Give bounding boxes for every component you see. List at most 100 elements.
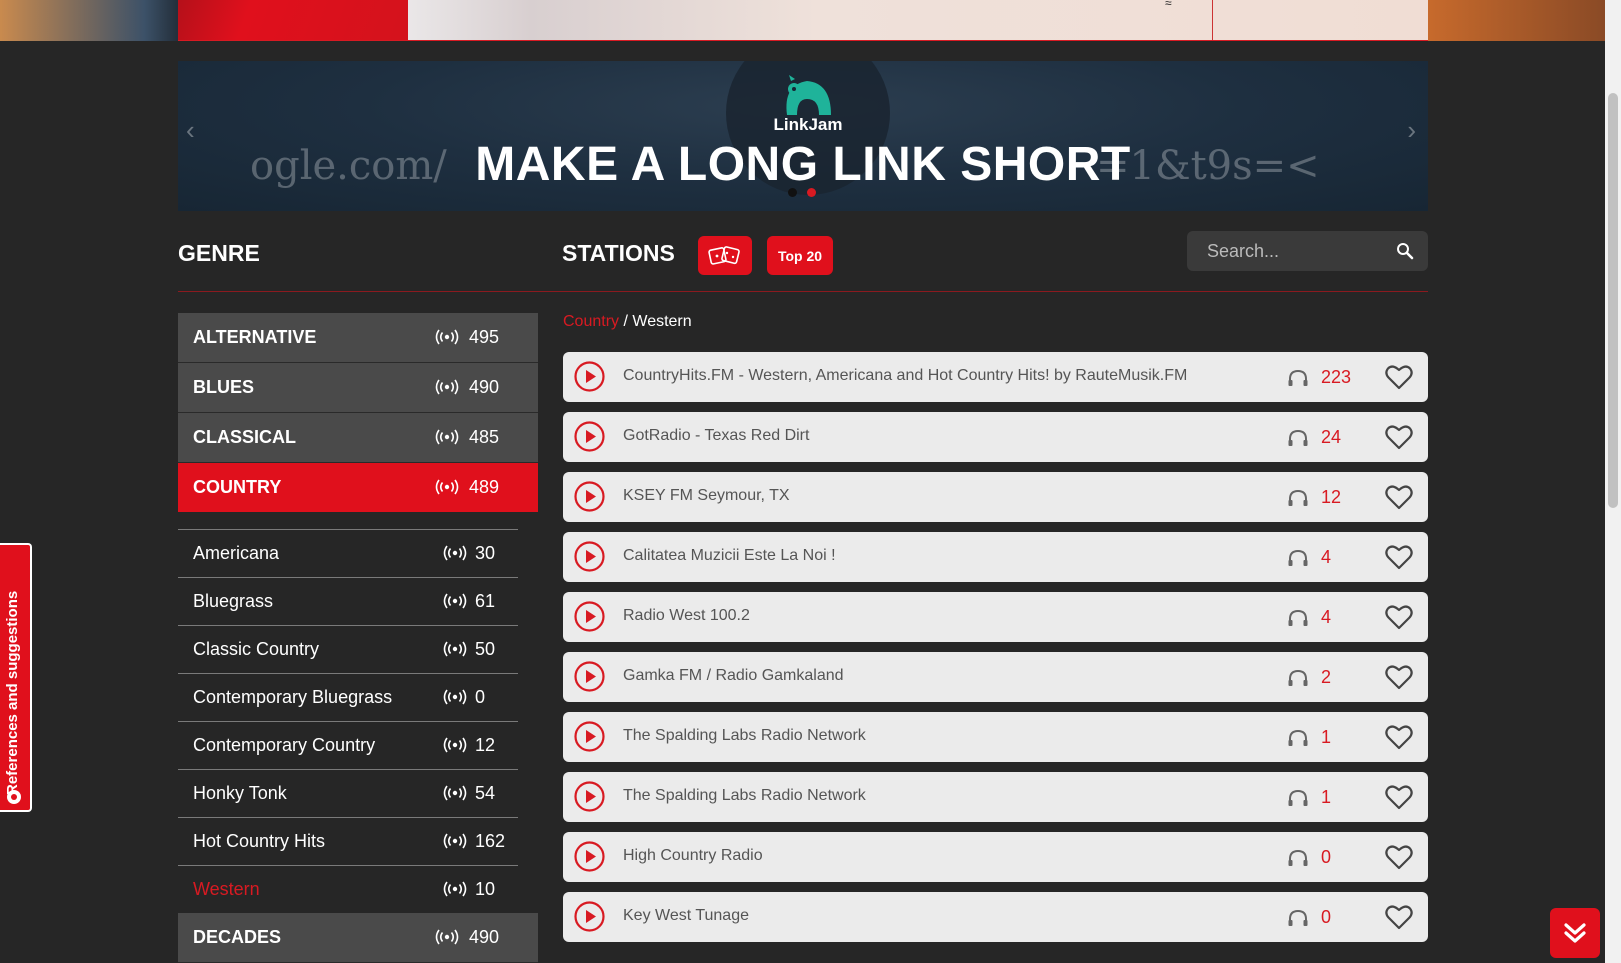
play-icon[interactable] [574, 901, 605, 932]
play-icon[interactable] [574, 481, 605, 512]
broadcast-icon [443, 881, 467, 897]
station-row[interactable]: The Spalding Labs Radio Network 1 [563, 772, 1428, 822]
play-icon[interactable] [574, 421, 605, 452]
genre-item-alternative[interactable]: ALTERNATIVE 495 [178, 313, 538, 363]
broadcast-icon [443, 545, 467, 561]
play-icon[interactable] [574, 361, 605, 392]
station-name[interactable]: KSEY FM Seymour, TX [623, 487, 790, 505]
genre-item-label: ALTERNATIVE [193, 327, 317, 347]
station-row[interactable]: GotRadio - Texas Red Dirt 24 [563, 412, 1428, 462]
headphones-icon [1288, 669, 1308, 686]
random-station-button[interactable] [698, 236, 752, 275]
top-strip-divider [1212, 0, 1213, 41]
ad-banner[interactable]: LinkJam ogle.com/ =1&t9s=< MAKE A LONG L… [178, 61, 1428, 211]
station-row[interactable]: Gamka FM / Radio Gamkaland 2 [563, 652, 1428, 702]
station-name[interactable]: The Spalding Labs Radio Network [623, 727, 866, 745]
subgenre-item-bluegrass[interactable]: Bluegrass 61 [178, 577, 518, 625]
search-box [1187, 231, 1428, 271]
heart-icon[interactable] [1385, 904, 1413, 930]
page-scrollbar[interactable] [1605, 0, 1621, 963]
station-name[interactable]: Gamka FM / Radio Gamkaland [623, 667, 844, 685]
references-suggestions-tab[interactable]: References and suggestions [0, 543, 32, 812]
play-icon[interactable] [574, 781, 605, 812]
banner-logo-text: LinkJam [773, 115, 843, 134]
genre-item-classical[interactable]: CLASSICAL 485 [178, 413, 538, 463]
heart-icon[interactable] [1385, 424, 1413, 450]
headphones-icon [1288, 429, 1308, 446]
subgenre-item-western[interactable]: Western 10 [178, 865, 518, 913]
subgenre-item-count: 50 [475, 639, 496, 659]
station-listener-count: 4 [1321, 607, 1332, 627]
subgenre-item-contemporary-country[interactable]: Contemporary Country 12 [178, 721, 518, 769]
station-row[interactable]: Radio West 100.2 4 [563, 592, 1428, 642]
station-name[interactable]: The Spalding Labs Radio Network [623, 787, 866, 805]
station-row[interactable]: The Spalding Labs Radio Network 1 [563, 712, 1428, 762]
subgenre-item-label: Bluegrass [193, 591, 274, 611]
heart-icon[interactable] [1385, 544, 1413, 570]
banner-dot-1[interactable] [788, 188, 797, 197]
broadcast-icon [435, 379, 459, 395]
subgenre-item-count: 12 [475, 735, 496, 755]
play-icon[interactable] [574, 721, 605, 752]
banner-prev-arrow-icon[interactable]: ‹ [186, 115, 195, 146]
play-icon[interactable] [574, 661, 605, 692]
top-strip-image: ≈ [408, 0, 1428, 41]
subgenre-item-classic-country[interactable]: Classic Country 50 [178, 625, 518, 673]
genre-item-blues[interactable]: BLUES 490 [178, 363, 538, 413]
headphones-icon [1288, 909, 1308, 926]
play-icon[interactable] [574, 841, 605, 872]
station-listener-count: 2 [1321, 667, 1332, 687]
top-strip-mark: ≈ [1165, 0, 1172, 10]
heart-icon[interactable] [1385, 844, 1413, 870]
station-listener-count: 24 [1321, 427, 1342, 447]
subgenre-item-count: 162 [475, 831, 506, 851]
play-icon[interactable] [574, 541, 605, 572]
heart-icon[interactable] [1385, 664, 1413, 690]
headphones-icon [1288, 369, 1308, 386]
heart-icon[interactable] [1385, 604, 1413, 630]
station-row[interactable]: Calitatea Muzicii Este La Noi ! 4 [563, 532, 1428, 582]
station-name[interactable]: Radio West 100.2 [623, 607, 750, 625]
subgenre-item-contemporary-bluegrass[interactable]: Contemporary Bluegrass 0 [178, 673, 518, 721]
play-icon[interactable] [574, 601, 605, 632]
genre-item-country[interactable]: COUNTRY 489 [178, 463, 538, 512]
heart-icon[interactable] [1385, 724, 1413, 750]
subgenre-item-count: 61 [475, 591, 496, 611]
station-name[interactable]: Key West Tunage [623, 907, 749, 925]
banner-next-arrow-icon[interactable]: › [1407, 115, 1416, 146]
genre-item-label: COUNTRY [193, 477, 282, 497]
double-chevron-down-icon [1564, 923, 1586, 943]
genre-item-count: 495 [469, 327, 500, 347]
subgenre-item-count: 10 [475, 879, 496, 899]
heart-icon[interactable] [1385, 484, 1413, 510]
search-input[interactable] [1187, 231, 1397, 271]
genre-item-decades[interactable]: DECADES 490 [178, 913, 538, 963]
station-row[interactable]: Key West Tunage 0 [563, 892, 1428, 942]
heart-icon[interactable] [1385, 364, 1413, 390]
station-name[interactable]: High Country Radio [623, 847, 763, 865]
headphones-icon [1288, 489, 1308, 506]
station-name[interactable]: CountryHits.FM - Western, Americana and … [623, 367, 1187, 385]
breadcrumb-parent-link[interactable]: Country [563, 313, 619, 330]
subgenre-item-hot-country-hits[interactable]: Hot Country Hits 162 [178, 817, 518, 865]
subgenre-list: Americana 30 Bluegrass 61 Classic Countr… [178, 512, 518, 913]
station-row[interactable]: High Country Radio 0 [563, 832, 1428, 882]
scroll-down-button[interactable] [1550, 908, 1600, 958]
subgenre-item-americana[interactable]: Americana 30 [178, 529, 518, 577]
station-row[interactable]: CountryHits.FM - Western, Americana and … [563, 352, 1428, 402]
station-listener-count: 223 [1321, 367, 1352, 387]
station-name[interactable]: GotRadio - Texas Red Dirt [623, 427, 809, 445]
search-icon[interactable] [1396, 242, 1414, 260]
headphones-icon [1288, 729, 1308, 746]
subgenre-item-count: 0 [475, 687, 486, 707]
scrollbar-thumb[interactable] [1608, 93, 1618, 508]
top20-button[interactable]: Top 20 [767, 236, 833, 275]
banner-dot-2[interactable] [807, 188, 816, 197]
station-row[interactable]: KSEY FM Seymour, TX 12 [563, 472, 1428, 522]
subgenre-item-honky-tonk[interactable]: Honky Tonk 54 [178, 769, 518, 817]
station-listener-count: 4 [1321, 547, 1332, 567]
heart-icon[interactable] [1385, 784, 1413, 810]
station-name[interactable]: Calitatea Muzicii Este La Noi ! [623, 547, 836, 565]
headphones-icon [1288, 789, 1308, 806]
headphones-icon [1288, 849, 1308, 866]
